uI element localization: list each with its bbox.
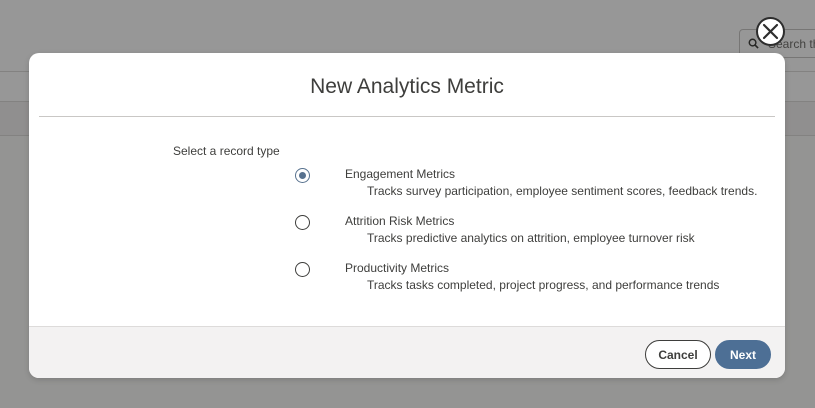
- next-button[interactable]: Next: [715, 340, 771, 369]
- option-description: Tracks predictive analytics on attrition…: [367, 231, 695, 245]
- option-productivity-metrics[interactable]: Productivity Metrics Tracks tasks comple…: [295, 261, 775, 301]
- option-attrition-risk-metrics[interactable]: Attrition Risk Metrics Tracks predictive…: [295, 214, 775, 254]
- radio-engagement-metrics[interactable]: [295, 168, 310, 183]
- cancel-button[interactable]: Cancel: [645, 340, 711, 369]
- option-description: Tracks tasks completed, project progress…: [367, 278, 720, 292]
- option-label: Productivity Metrics: [345, 261, 450, 275]
- option-description: Tracks survey participation, employee se…: [367, 184, 758, 198]
- modal-header: New Analytics Metric: [39, 53, 775, 117]
- option-label: Engagement Metrics: [345, 167, 456, 181]
- record-type-label: Select a record type: [173, 144, 280, 158]
- option-engagement-metrics[interactable]: Engagement Metrics Tracks survey partici…: [295, 167, 775, 207]
- radio-attrition-risk-metrics[interactable]: [295, 215, 310, 230]
- radio-productivity-metrics[interactable]: [295, 262, 310, 277]
- option-label: Attrition Risk Metrics: [345, 214, 455, 228]
- modal-footer: Cancel Next: [29, 326, 785, 378]
- new-metric-modal: New Analytics Metric Select a record typ…: [29, 53, 785, 378]
- close-button[interactable]: [756, 17, 785, 46]
- modal-body: Select a record type Engagement Metrics …: [29, 117, 785, 326]
- modal-title: New Analytics Metric: [310, 75, 504, 98]
- close-icon: [762, 23, 779, 40]
